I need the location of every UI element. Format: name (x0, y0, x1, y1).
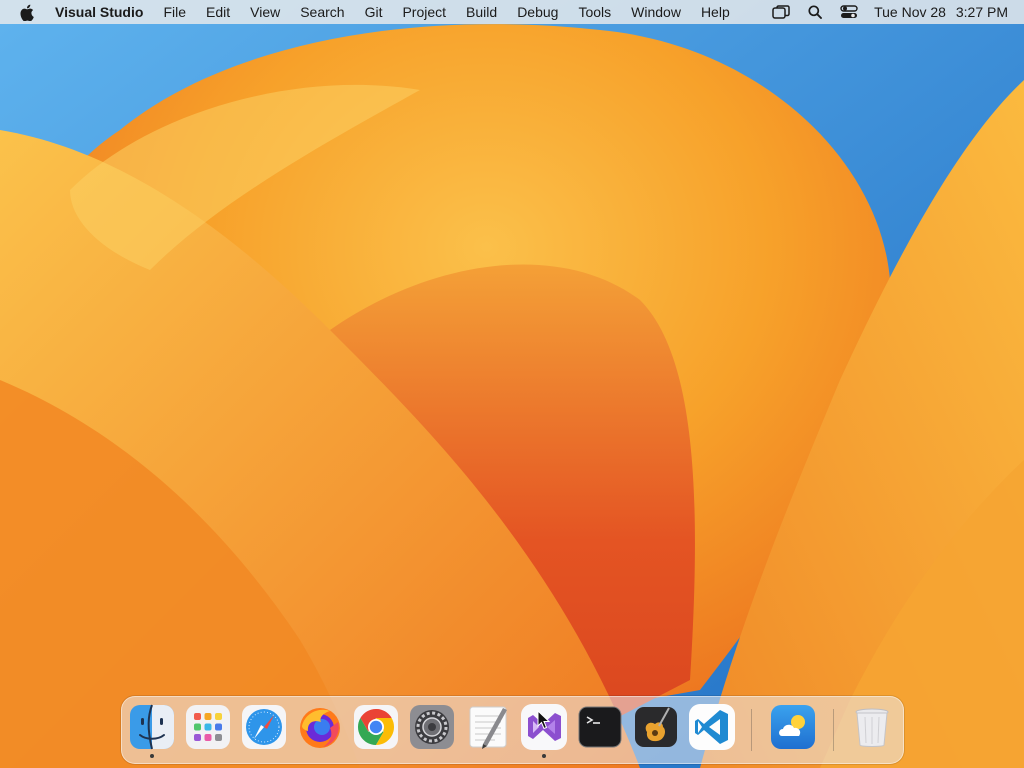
menu-file[interactable]: File (153, 0, 196, 24)
menu-build[interactable]: Build (456, 0, 507, 24)
apple-menu-icon[interactable] (18, 3, 36, 21)
garageband-icon (635, 707, 677, 747)
menu-debug[interactable]: Debug (507, 0, 568, 24)
spotlight-search-icon[interactable] (804, 3, 826, 21)
dock-item-system-settings[interactable] (409, 704, 455, 750)
terminal-icon (578, 706, 622, 748)
dock-item-trash[interactable] (849, 704, 895, 750)
wallpaper (0, 0, 1024, 768)
launchpad-icon (186, 705, 230, 749)
trash-icon (855, 708, 889, 747)
dock-item-garageband[interactable] (633, 704, 679, 750)
textedit-icon (469, 706, 507, 749)
screen-mirroring-icon[interactable] (770, 3, 792, 21)
menu-project[interactable]: Project (392, 0, 456, 24)
dock (121, 696, 904, 764)
dock-item-weather[interactable] (770, 704, 816, 750)
dock-item-terminal[interactable] (577, 704, 623, 750)
dock-separator (751, 709, 752, 751)
desktop: Visual Studio File Edit View Search Git … (0, 0, 1024, 768)
control-center-icon[interactable] (838, 3, 860, 21)
dock-item-textedit[interactable] (465, 704, 511, 750)
dock-separator (833, 709, 834, 751)
menu-edit[interactable]: Edit (196, 0, 240, 24)
dock-item-finder[interactable] (129, 704, 175, 758)
finder-icon (130, 704, 174, 750)
dock-item-vscode[interactable] (689, 704, 735, 750)
clock-time: 3:27 PM (955, 4, 1008, 20)
menu-tools[interactable]: Tools (568, 0, 621, 24)
running-indicator (542, 754, 546, 758)
system-settings-icon (410, 705, 454, 749)
clock-date: Tue Nov 28 (874, 4, 946, 20)
dock-item-safari[interactable] (241, 704, 287, 750)
safari-icon (242, 705, 286, 749)
dock-item-launchpad[interactable] (185, 704, 231, 750)
dock-item-chrome[interactable] (353, 704, 399, 750)
dock-item-firefox[interactable] (297, 704, 343, 750)
menu-git[interactable]: Git (355, 0, 393, 24)
vscode-icon (695, 710, 728, 744)
menu-window[interactable]: Window (621, 0, 691, 24)
running-indicator (150, 754, 154, 758)
menu-bar: Visual Studio File Edit View Search Git … (0, 0, 1024, 24)
menu-bar-status-area: Tue Nov 28 3:27 PM (770, 3, 1024, 21)
menu-search[interactable]: Search (290, 0, 354, 24)
menu-bar-clock[interactable]: Tue Nov 28 3:27 PM (874, 4, 1008, 20)
firefox-icon (300, 708, 340, 748)
menu-view[interactable]: View (240, 0, 290, 24)
app-menu-visual-studio[interactable]: Visual Studio (53, 0, 153, 24)
menu-help[interactable]: Help (691, 0, 740, 24)
mouse-cursor-icon (537, 710, 551, 730)
chrome-icon (354, 705, 398, 749)
weather-icon (771, 705, 815, 749)
